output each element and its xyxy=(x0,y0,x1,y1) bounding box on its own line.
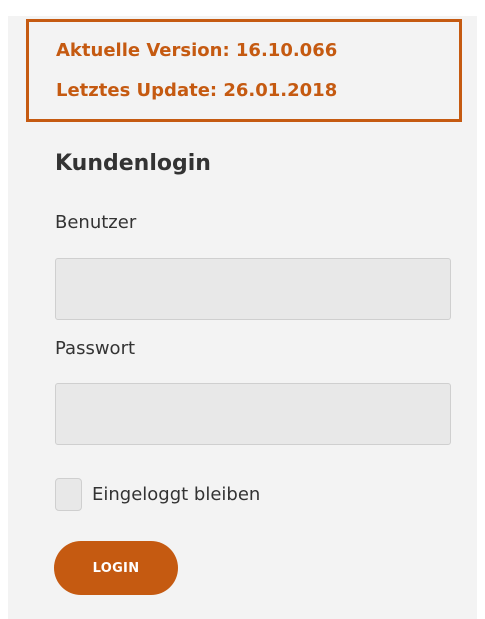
customer-login-title: Kundenlogin xyxy=(55,151,211,176)
version-info-box: Aktuelle Version: 16.10.066 Letztes Upda… xyxy=(26,19,462,122)
current-version-text: Aktuelle Version: 16.10.066 xyxy=(56,40,338,61)
remember-me-checkbox[interactable] xyxy=(55,478,82,511)
username-input[interactable] xyxy=(55,258,451,320)
login-button[interactable]: LOGIN xyxy=(54,541,178,595)
username-label: Benutzer xyxy=(55,212,137,233)
last-update-text: Letztes Update: 26.01.2018 xyxy=(56,80,338,101)
remember-me-label[interactable]: Eingeloggt bleiben xyxy=(92,484,260,505)
password-label: Passwort xyxy=(55,338,136,359)
password-input[interactable] xyxy=(55,383,451,445)
